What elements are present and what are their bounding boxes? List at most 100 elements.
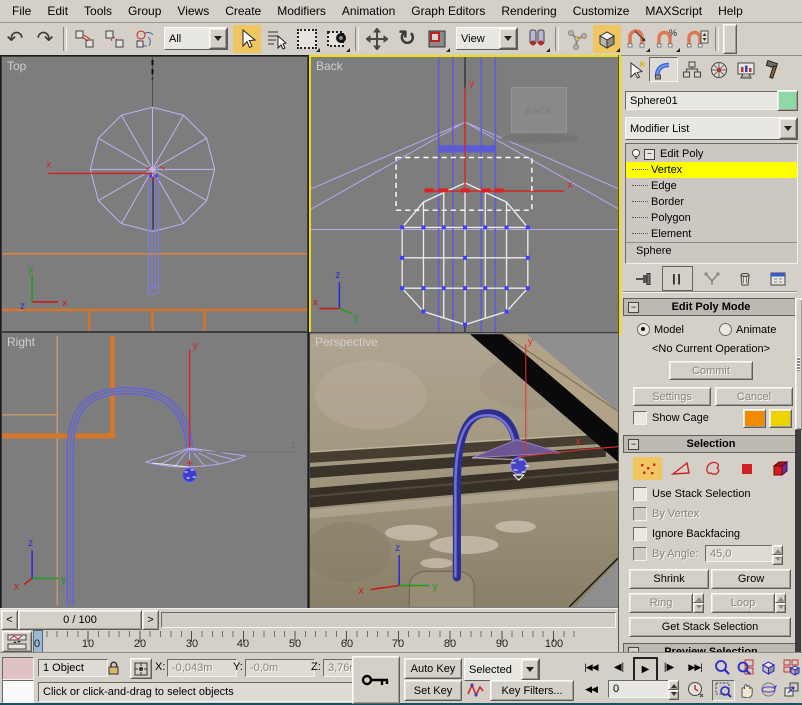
cancel-button[interactable]: Cancel xyxy=(715,387,793,406)
get-stack-selection-button[interactable]: Get Stack Selection xyxy=(629,617,791,637)
collapse-rollout-icon[interactable]: − xyxy=(628,439,639,450)
select-and-move-button[interactable] xyxy=(363,25,391,53)
key-mode-toggle-button[interactable]: ◀◀ xyxy=(578,680,604,699)
key-filters-button[interactable]: Key Filters... xyxy=(490,680,574,701)
panel-scrollbar-track[interactable] xyxy=(795,298,801,652)
viewport-perspective-canvas[interactable]: y x z x y xyxy=(310,333,618,608)
checkbox-icon[interactable] xyxy=(633,527,647,541)
menu-item-graph-editors[interactable]: Graph Editors xyxy=(403,2,493,20)
show-cage-checkbox[interactable]: Show Cage xyxy=(633,411,709,425)
macro-recorder-swatch[interactable] xyxy=(2,657,34,680)
viewport-right[interactable]: y z z y x Right xyxy=(1,332,308,609)
border-sub-object-button[interactable] xyxy=(699,457,728,480)
select-and-scale-button[interactable] xyxy=(423,25,451,53)
tab-motion[interactable] xyxy=(705,58,732,81)
menu-item-tools[interactable]: Tools xyxy=(76,2,120,20)
select-and-manipulate-button[interactable] xyxy=(563,25,591,53)
collapse-rollout-icon[interactable]: − xyxy=(628,302,639,313)
spinner-up-icon[interactable] xyxy=(668,680,679,690)
collapse-icon[interactable]: − xyxy=(644,149,655,160)
checkbox-icon[interactable] xyxy=(633,507,647,521)
menu-item-views[interactable]: Views xyxy=(169,2,217,20)
set-key-button[interactable]: Set Key xyxy=(404,680,462,701)
by-vertex-checkbox[interactable]: By Vertex xyxy=(633,507,699,521)
redo-button[interactable]: ↷ xyxy=(31,25,59,53)
arc-rotate-button[interactable] xyxy=(758,680,779,699)
use-stack-selection-checkbox[interactable]: Use Stack Selection xyxy=(633,487,750,501)
time-slider-track[interactable] xyxy=(161,612,616,628)
clipped-toolbar-button[interactable] xyxy=(723,24,737,54)
menu-item-maxscript[interactable]: MAXScript xyxy=(637,2,710,20)
stack-row-sphere[interactable]: Sphere xyxy=(626,242,797,259)
reference-coordinate-dropdown[interactable]: View xyxy=(456,27,518,50)
auto-key-button[interactable]: Auto Key xyxy=(404,658,462,679)
ignore-backfacing-checkbox[interactable]: Ignore Backfacing xyxy=(633,527,740,541)
next-frame-button[interactable]: |▶ xyxy=(658,658,680,677)
zoom-button[interactable] xyxy=(712,658,733,677)
checkbox-icon[interactable] xyxy=(633,547,647,561)
polygon-sub-object-button[interactable] xyxy=(732,457,761,480)
radio-model[interactable]: Model xyxy=(637,323,684,336)
dropdown-arrow-icon[interactable] xyxy=(499,28,517,49)
tab-create[interactable] xyxy=(622,58,649,81)
time-slider-prev-key-button[interactable]: < xyxy=(1,610,18,630)
menu-item-group[interactable]: Group xyxy=(120,2,169,20)
go-to-start-button[interactable]: |◀◀ xyxy=(578,658,604,677)
rollout-header-selection[interactable]: − Selection xyxy=(623,435,797,453)
select-and-rotate-button[interactable]: ↻ xyxy=(393,25,421,53)
tab-modify-active[interactable] xyxy=(649,57,678,82)
show-end-result-button[interactable]: || xyxy=(662,266,693,291)
spinner-up-icon[interactable] xyxy=(693,593,704,603)
frame-spinner[interactable] xyxy=(668,680,679,698)
tab-hierarchy[interactable] xyxy=(678,58,705,81)
time-slider-thumb[interactable]: 0 / 100 xyxy=(18,610,142,630)
menu-item-edit[interactable]: Edit xyxy=(39,2,76,20)
tab-utilities[interactable] xyxy=(759,58,786,81)
menu-item-modifiers[interactable]: Modifiers xyxy=(269,2,334,20)
rectangular-selection-region-button[interactable] xyxy=(293,25,321,53)
spinner-down-icon[interactable] xyxy=(775,603,786,613)
viewport-right-canvas[interactable]: y z z y x xyxy=(2,333,307,608)
stack-row-vertex-selected[interactable]: Vertex xyxy=(626,162,797,178)
selection-filter-dropdown[interactable]: All xyxy=(164,27,228,50)
track-bar[interactable]: 0 10 20 30 40 50 60 70 80 90 100 xyxy=(0,630,618,652)
spinner-up-icon[interactable] xyxy=(772,545,783,555)
mini-listener-swatch[interactable] xyxy=(2,680,34,703)
pan-view-button[interactable] xyxy=(735,680,756,699)
undo-button[interactable]: ↶ xyxy=(1,25,29,53)
selection-lock-toggle[interactable] xyxy=(104,658,124,677)
viewport-right-label[interactable]: Right xyxy=(7,335,35,349)
select-object-button[interactable] xyxy=(233,25,261,53)
play-animation-button[interactable]: ▶ xyxy=(633,657,658,682)
stack-row-border[interactable]: Border xyxy=(626,194,797,210)
viewport-back-active[interactable]: BACK xyxy=(309,55,621,335)
viewport-top[interactable]: x y x z Top xyxy=(1,56,308,332)
vertex-sub-object-button[interactable] xyxy=(633,457,662,480)
spinner-down-icon[interactable] xyxy=(772,555,783,565)
menu-item-help[interactable]: Help xyxy=(710,2,751,20)
dropdown-arrow-icon[interactable] xyxy=(209,28,227,49)
shrink-button[interactable]: Shrink xyxy=(629,569,709,589)
absolute-mode-toggle[interactable] xyxy=(130,658,152,679)
by-angle-checkbox[interactable]: By Angle: xyxy=(633,547,698,561)
window-crossing-toggle-button[interactable] xyxy=(323,25,351,53)
stack-row-polygon[interactable]: Polygon xyxy=(626,210,797,226)
checkbox-icon[interactable] xyxy=(633,411,647,425)
keyboard-shortcut-override-button[interactable] xyxy=(352,656,400,704)
dropdown-arrow-icon[interactable] xyxy=(779,118,797,139)
checkbox-icon[interactable] xyxy=(633,487,647,501)
unlink-selection-icon[interactable] xyxy=(101,25,129,53)
spinner-snap-toggle-button[interactable] xyxy=(683,25,711,53)
pin-stack-button[interactable] xyxy=(629,267,658,290)
use-pivot-point-button[interactable] xyxy=(523,25,551,53)
snaps-toggle-button[interactable] xyxy=(593,25,621,53)
panel-scrollbar-thumb[interactable] xyxy=(795,298,802,430)
bind-to-space-warp-icon[interactable] xyxy=(131,25,159,53)
current-frame-field[interactable]: 0 xyxy=(608,680,674,698)
spinner-down-icon[interactable] xyxy=(668,690,679,700)
viewport-top-label[interactable]: Top xyxy=(7,59,26,73)
tab-display[interactable] xyxy=(732,58,759,81)
stack-row-element[interactable]: Element xyxy=(626,226,797,242)
object-name-field[interactable]: Sphere01 xyxy=(625,91,779,110)
loop-spinner[interactable] xyxy=(775,593,786,611)
